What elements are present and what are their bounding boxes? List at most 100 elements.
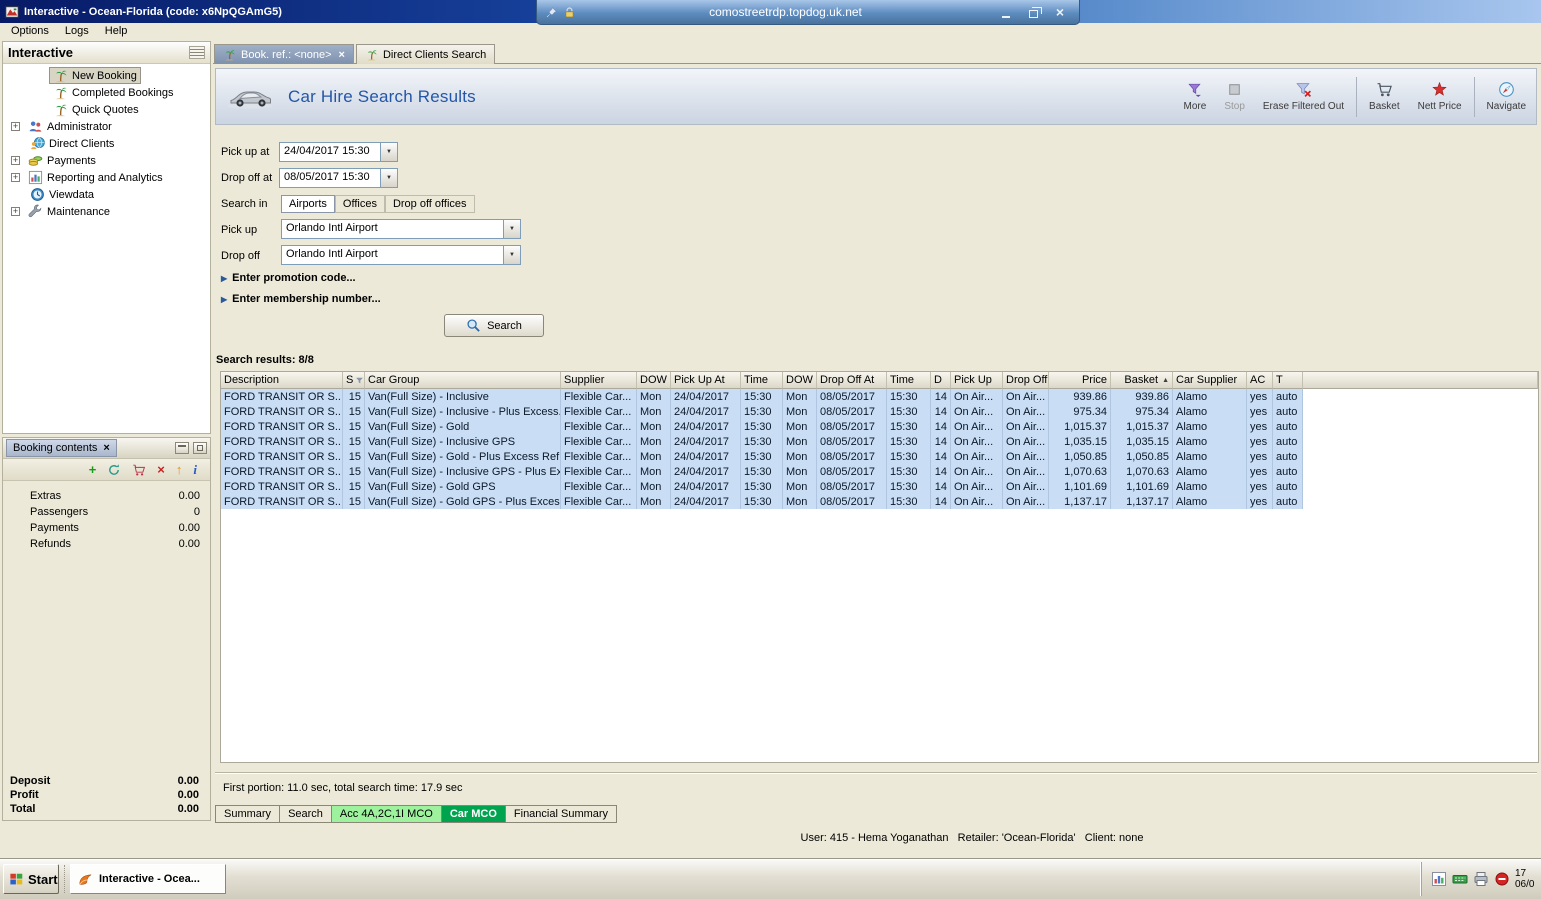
search-in-tab-airports[interactable]: Airports: [281, 195, 335, 213]
rdp-restore-button[interactable]: [1022, 3, 1044, 21]
column-header-car-group[interactable]: Car Group: [365, 372, 561, 389]
column-header-t[interactable]: T: [1273, 372, 1303, 389]
booking-toolbar: + × ↑ i: [3, 459, 210, 481]
navigation-title: Interactive: [8, 45, 74, 60]
results-row[interactable]: FORD TRANSIT OR S... 15 Van(Full Size) - I…: [221, 404, 1538, 419]
dropoff-at-dropdown-icon[interactable]: ▼: [380, 169, 397, 187]
sidebar-item-direct-clients[interactable]: Direct Clients: [3, 135, 210, 152]
rdp-close-button[interactable]: ×: [1049, 3, 1071, 21]
sidebar-item-quick-quotes[interactable]: Quick Quotes: [3, 101, 210, 118]
toolbar-navigate-button[interactable]: Navigate: [1478, 81, 1535, 112]
panel-collapse-button[interactable]: [189, 46, 205, 59]
basket-remove-icon[interactable]: [132, 463, 146, 477]
dropoff-at-combo[interactable]: 08/05/2017 15:30 ▼: [279, 168, 398, 188]
column-header-basket[interactable]: Basket ▲: [1111, 372, 1173, 389]
cell-ac: yes: [1247, 494, 1273, 509]
tray-chart-icon[interactable]: [1431, 871, 1447, 887]
results-row[interactable]: FORD TRANSIT OR S... 15 Van(Full Size) - G…: [221, 479, 1538, 494]
search-button[interactable]: Search: [444, 314, 544, 337]
tray-keyboard-icon[interactable]: [1452, 871, 1468, 887]
booking-contents-tab[interactable]: Booking contents ×: [6, 439, 117, 457]
cell-pick-up-at: 24/04/2017: [671, 449, 741, 464]
tab-direct-clients-search[interactable]: Direct Clients Search: [355, 44, 496, 64]
cell-dow: Mon: [783, 434, 817, 449]
bottom-tab-acc-4a-2c-1i-mco[interactable]: Acc 4A,2C,1I MCO: [331, 805, 442, 823]
sidebar-item-new-booking[interactable]: New Booking: [3, 67, 210, 84]
menu-item-options[interactable]: Options: [3, 24, 57, 38]
menu-item-logs[interactable]: Logs: [57, 24, 97, 38]
sidebar-item-completed-bookings[interactable]: Completed Bookings: [3, 84, 210, 101]
toolbar-stop-button[interactable]: Stop: [1215, 81, 1254, 112]
column-header-description[interactable]: Description: [221, 372, 343, 389]
info-icon[interactable]: i: [193, 463, 197, 476]
panel-pin-button[interactable]: [175, 442, 189, 454]
toolbar-nett-price-button[interactable]: Nett Price: [1409, 81, 1471, 112]
results-row[interactable]: FORD TRANSIT OR S... 15 Van(Full Size) - I…: [221, 389, 1538, 404]
column-header-time[interactable]: Time: [887, 372, 931, 389]
column-header-dow[interactable]: DOW: [637, 372, 671, 389]
column-header-dow[interactable]: DOW: [783, 372, 817, 389]
toolbar-basket-button[interactable]: Basket: [1360, 81, 1409, 112]
results-row[interactable]: FORD TRANSIT OR S... 15 Van(Full Size) - I…: [221, 464, 1538, 479]
rdp-minimize-button[interactable]: [995, 3, 1017, 21]
bottom-tab-search[interactable]: Search: [280, 805, 332, 823]
column-header-price[interactable]: Price: [1049, 372, 1111, 389]
tab-close-icon[interactable]: ×: [339, 49, 345, 61]
column-header-supplier[interactable]: Supplier: [561, 372, 637, 389]
dropoff-combo[interactable]: Orlando Intl Airport ▼: [281, 245, 521, 265]
sidebar-item-administrator[interactable]: + Administrator: [3, 118, 210, 135]
pickup-dropdown-icon[interactable]: ▼: [503, 220, 520, 238]
results-row[interactable]: FORD TRANSIT OR S... 15 Van(Full Size) - I…: [221, 434, 1538, 449]
cell-ac: yes: [1247, 449, 1273, 464]
toolbar-more-button[interactable]: More: [1175, 81, 1216, 112]
pickup-combo[interactable]: Orlando Intl Airport ▼: [281, 219, 521, 239]
expand-plus-icon[interactable]: +: [11, 173, 20, 182]
tab-book-ref-none[interactable]: Book. ref.: <none> ×: [214, 44, 354, 64]
export-up-icon[interactable]: ↑: [176, 463, 183, 476]
search-in-tab-offices[interactable]: Offices: [334, 195, 385, 213]
bottom-tab-car-mco[interactable]: Car MCO: [441, 805, 506, 823]
taskbar-task-button[interactable]: Interactive - Ocea...: [70, 864, 226, 894]
cell-dow: Mon: [637, 494, 671, 509]
column-header-time[interactable]: Time: [741, 372, 783, 389]
pickup-at-combo[interactable]: 24/04/2017 15:30 ▼: [279, 142, 398, 162]
sidebar-item-maintenance[interactable]: + Maintenance: [3, 203, 210, 220]
start-button[interactable]: Start: [3, 864, 59, 894]
tray-printer-icon[interactable]: [1473, 871, 1489, 887]
expand-plus-icon[interactable]: +: [11, 156, 20, 165]
pin-icon[interactable]: [545, 6, 558, 19]
cell-car-supplier: Alamo: [1173, 464, 1247, 479]
column-header-car-supplier[interactable]: Car Supplier: [1173, 372, 1247, 389]
results-row[interactable]: FORD TRANSIT OR S... 15 Van(Full Size) - G…: [221, 419, 1538, 434]
sidebar-item-viewdata[interactable]: Viewdata: [3, 186, 210, 203]
column-header-drop-off-at[interactable]: Drop Off At: [817, 372, 887, 389]
bottom-tab-financial-summary[interactable]: Financial Summary: [505, 805, 618, 823]
results-row[interactable]: FORD TRANSIT OR S... 15 Van(Full Size) - G…: [221, 449, 1538, 464]
tray-alert-icon[interactable]: [1494, 871, 1510, 887]
column-header-d[interactable]: D: [931, 372, 951, 389]
pickup-at-dropdown-icon[interactable]: ▼: [380, 143, 397, 161]
toolbar-erase-filtered-out-button[interactable]: Erase Filtered Out: [1254, 81, 1353, 112]
sidebar-item-reporting-and-analytics[interactable]: + Reporting and Analytics: [3, 169, 210, 186]
dropoff-dropdown-icon[interactable]: ▼: [503, 246, 520, 264]
expand-plus-icon[interactable]: +: [11, 207, 20, 216]
refresh-icon[interactable]: [107, 463, 121, 477]
promotion-code-link[interactable]: ▶ Enter promotion code...: [221, 272, 356, 284]
results-row[interactable]: FORD TRANSIT OR S... 15 Van(Full Size) - G…: [221, 494, 1538, 509]
delete-icon[interactable]: ×: [157, 463, 165, 476]
search-in-tab-drop-off-offices[interactable]: Drop off offices: [384, 195, 475, 213]
column-header-s[interactable]: S: [343, 372, 365, 389]
column-header-ac[interactable]: AC: [1247, 372, 1273, 389]
add-item-icon[interactable]: +: [89, 463, 97, 476]
column-header-drop-off[interactable]: Drop Off: [1003, 372, 1049, 389]
panel-float-button[interactable]: [193, 442, 207, 454]
bottom-tab-summary[interactable]: Summary: [215, 805, 281, 823]
booking-close-icon[interactable]: ×: [103, 442, 109, 454]
navigation-panel: Interactive New Booking Completed Booking…: [2, 41, 211, 434]
membership-number-link[interactable]: ▶ Enter membership number...: [221, 293, 381, 305]
expand-plus-icon[interactable]: +: [11, 122, 20, 131]
sidebar-item-payments[interactable]: + Payments: [3, 152, 210, 169]
column-header-pick-up[interactable]: Pick Up: [951, 372, 1003, 389]
column-header-pick-up-at[interactable]: Pick Up At: [671, 372, 741, 389]
menu-item-help[interactable]: Help: [97, 24, 136, 38]
